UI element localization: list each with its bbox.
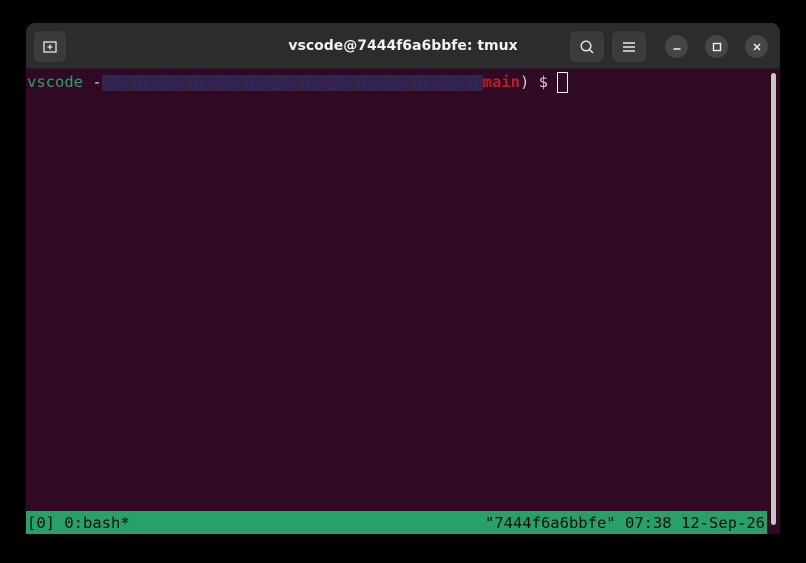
git-branch: main xyxy=(482,73,520,91)
redacted-path xyxy=(101,74,483,91)
new-tab-icon xyxy=(43,40,57,53)
tmux-status-bar: [0] 0:bash* "7444f6a6bbfe" 07:38 12-Sep-… xyxy=(26,511,767,534)
close-icon xyxy=(752,42,761,51)
tmux-window-list: [0] 0:bash* xyxy=(27,513,130,532)
text-cursor xyxy=(557,71,569,93)
minimize-button[interactable] xyxy=(665,35,688,58)
terminal-window: vscode@7444f6a6bbfe: tmux vscode - main … xyxy=(26,23,780,534)
minimize-icon xyxy=(673,47,680,50)
close-button[interactable] xyxy=(745,35,768,58)
prompt-line: vscode - main) $ xyxy=(27,70,569,94)
menu-icon xyxy=(623,41,635,52)
scrollbar[interactable] xyxy=(771,73,776,525)
search-button[interactable] xyxy=(570,31,604,62)
prompt-separator: - xyxy=(83,73,102,91)
menu-button[interactable] xyxy=(612,31,646,62)
maximize-button[interactable] xyxy=(705,35,728,58)
search-icon xyxy=(580,39,594,54)
prompt-user: vscode xyxy=(27,73,83,91)
tmux-status-right: "7444f6a6bbfe" 07:38 12-Sep-26 xyxy=(485,511,765,535)
tmux-date: 12-Sep-26 xyxy=(681,513,765,532)
tmux-hostname: "7444f6a6bbfe" xyxy=(484,513,616,532)
terminal-area[interactable]: vscode - main) $ [0] 0:bash* "7444f6a6bbf… xyxy=(26,69,780,534)
prompt-symbol: ) $ xyxy=(520,73,558,91)
titlebar: vscode@7444f6a6bbfe: tmux xyxy=(26,23,780,69)
new-tab-button[interactable] xyxy=(34,31,66,62)
tmux-time: 07:38 xyxy=(624,513,672,532)
maximize-icon xyxy=(712,42,721,51)
